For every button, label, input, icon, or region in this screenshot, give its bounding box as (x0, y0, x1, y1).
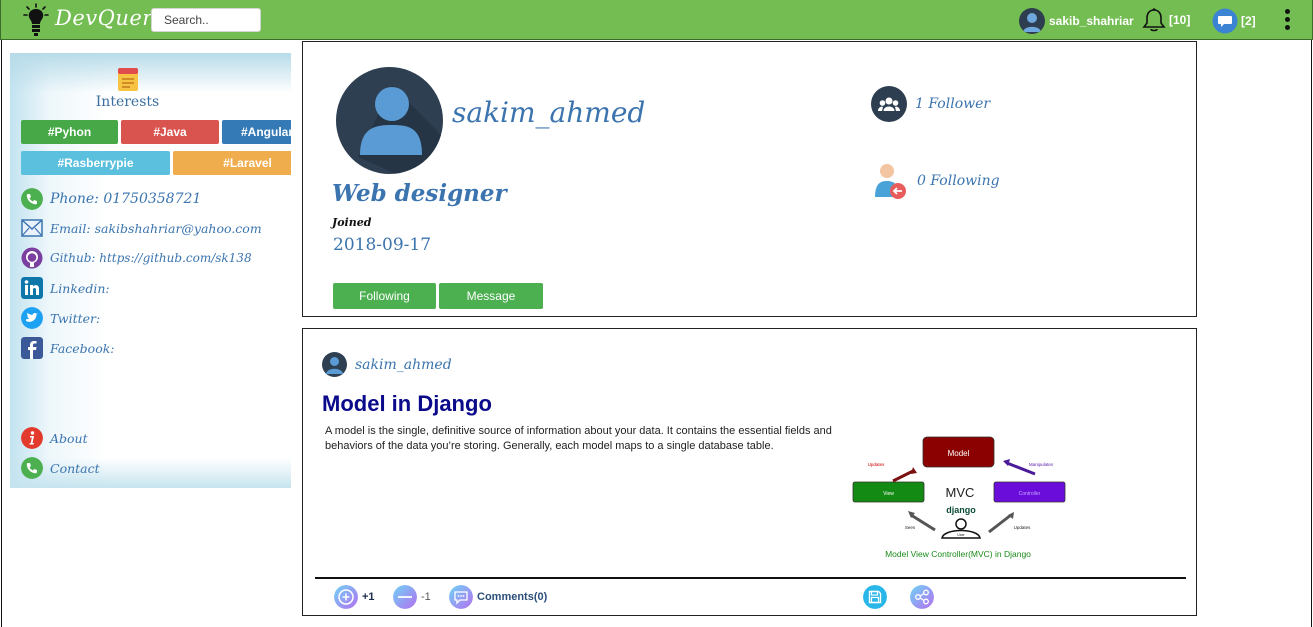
mvc-model-label: Model (948, 449, 970, 458)
search-input[interactable] (151, 8, 261, 32)
facebook-icon[interactable] (21, 337, 43, 359)
mvc-manipulates-label: Manipulates (1029, 462, 1054, 467)
mvc-controller-label: Controller (1019, 491, 1041, 497)
phone-icon (21, 188, 43, 210)
mvc-django-label: django (946, 505, 976, 515)
plus-circle-icon (334, 585, 358, 609)
post-author[interactable]: sakim_ahmed (322, 352, 452, 377)
notifications-button[interactable]: [10] (1142, 7, 1190, 33)
comments-button[interactable]: Comments(0) (449, 585, 547, 609)
followers-count: 1 Follower (915, 96, 991, 112)
twitter-icon[interactable] (21, 307, 43, 329)
profile-card: sakim_ahmed Web designer Joined 2018-09-… (302, 41, 1197, 317)
mvc-user-label: User (957, 533, 965, 537)
message-button[interactable]: Message (439, 283, 543, 309)
share-icon (910, 585, 934, 609)
avatar (322, 352, 347, 377)
upvote-button[interactable]: +1 (334, 585, 375, 609)
mvc-diagram-image: Model View Controller MVC django User Up… (852, 436, 1066, 559)
avatar (1019, 8, 1045, 34)
linkedin-icon[interactable] (21, 277, 43, 299)
profile-avatar (336, 67, 443, 174)
sidebar-link-about[interactable]: About (21, 427, 88, 449)
contact-phone-text: Phone: 01750358721 (50, 191, 202, 207)
post-divider (315, 577, 1186, 579)
mvc-caption: Model View Controller(MVC) in Django (885, 549, 1031, 559)
email-icon (21, 219, 43, 237)
comments-count: Comments(0) (477, 591, 548, 603)
profile-job-title: Web designer (332, 180, 507, 207)
following-button[interactable]: Following (333, 283, 436, 309)
contact-twitter: Twitter: (21, 307, 100, 329)
tag-laravel[interactable]: #Laravel (173, 151, 291, 175)
lightbulb-logo-icon[interactable] (23, 3, 49, 37)
mvc-updates-left-label: Updates (868, 462, 886, 467)
post-card: sakim_ahmed Model in Django A model is t… (302, 328, 1197, 616)
group-icon (871, 86, 907, 122)
contact-phone: Phone: 01750358721 (21, 188, 201, 210)
post-title[interactable]: Model in Django (322, 391, 492, 417)
sidebar-link-contact[interactable]: Contact (21, 457, 100, 479)
downvote-button[interactable]: -1 (393, 585, 431, 609)
sidebar: Interests #Pyhon #Java #Angular JS #Rasb… (10, 53, 291, 488)
tag-java[interactable]: #Java (121, 120, 219, 144)
joined-label: Joined (332, 216, 372, 229)
user-icon (1023, 13, 1041, 32)
tag-python[interactable]: #Pyhon (21, 120, 118, 144)
bell-icon (1142, 8, 1166, 32)
upvote-count: +1 (362, 591, 375, 603)
nav-user-name: sakib_shahriar (1049, 14, 1134, 28)
contact-facebook-text[interactable]: Facebook: (50, 341, 115, 356)
downvote-count: -1 (421, 591, 431, 603)
mvc-sees-label: Sees (905, 525, 916, 530)
info-icon (21, 427, 43, 449)
messages-count: [2] (1241, 14, 1256, 28)
save-icon (863, 585, 887, 609)
tag-angular-js[interactable]: #Angular JS (222, 120, 291, 144)
joined-date: 2018-09-17 (333, 235, 432, 255)
post-body: A model is the single, definitive source… (325, 425, 832, 452)
messages-button[interactable]: [2] (1212, 8, 1256, 34)
sidebar-link-contact-label: Contact (50, 460, 100, 476)
mvc-updates-right-label: Updates (1014, 525, 1032, 530)
mvc-view-label: View (883, 491, 894, 497)
interests-title: Interests (95, 94, 160, 110)
mvc-center-label: MVC (946, 485, 975, 500)
post-author-name: sakim_ahmed (355, 356, 452, 373)
share-post-button[interactable] (910, 585, 934, 609)
contact-email: Email: sakibshahriar@yahoo.com (21, 217, 262, 239)
brand-name[interactable]: DevQuery (55, 6, 165, 30)
sidebar-link-about-label: About (50, 430, 88, 446)
user-following-icon (875, 164, 906, 199)
contact-linkedin: Linkedin: (21, 277, 110, 299)
contact-twitter-text[interactable]: Twitter: (50, 311, 100, 326)
chat-icon (1212, 8, 1238, 34)
github-icon (21, 247, 43, 269)
following-count: 0 Following (917, 173, 1000, 189)
save-post-button[interactable] (863, 585, 887, 609)
nav-user-profile-link[interactable]: sakib_shahriar (1019, 8, 1134, 34)
phone-icon (21, 457, 43, 479)
followers-link[interactable]: 1 Follower (871, 86, 990, 122)
notifications-count: [10] (1169, 13, 1191, 27)
more-menu-icon[interactable] (1281, 9, 1293, 33)
contact-facebook: Facebook: (21, 337, 115, 359)
contact-github: Github: https://github.com/sk138 (21, 247, 252, 269)
comment-icon (449, 585, 473, 609)
user-icon (358, 85, 443, 174)
minus-circle-icon (393, 585, 417, 609)
following-link[interactable]: 0 Following (871, 161, 1000, 201)
top-navbar: DevQuery sakib_shahriar [10] [2] (0, 0, 1313, 40)
contact-linkedin-text[interactable]: Linkedin: (50, 281, 110, 296)
notes-icon (118, 68, 138, 91)
contact-github-text[interactable]: Github: https://github.com/sk138 (50, 251, 252, 265)
tag-rasberrypie[interactable]: #Rasberrypie (21, 151, 170, 175)
profile-username: sakim_ahmed (452, 96, 646, 129)
contact-email-text[interactable]: Email: sakibshahriar@yahoo.com (50, 221, 262, 236)
